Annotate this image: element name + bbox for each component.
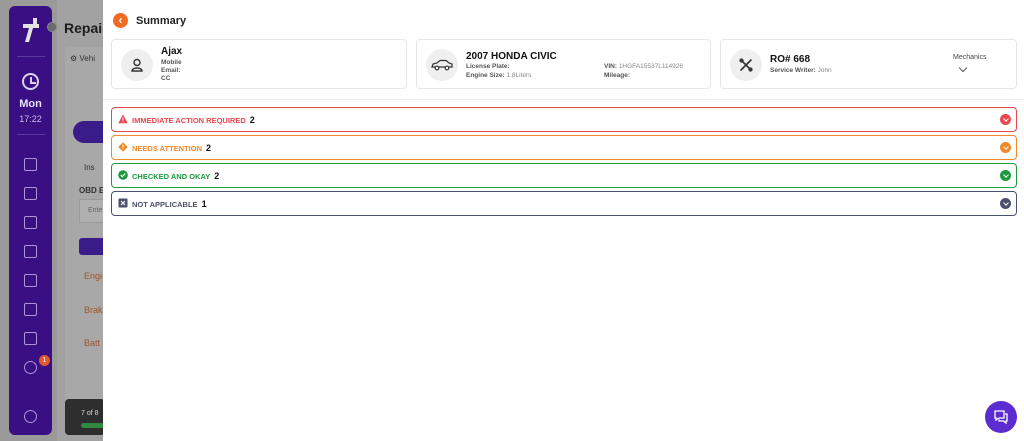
vehicle-card: 2007 HONDA CIVIC License Plate: Engine S… [416, 39, 711, 89]
back-button[interactable]: ‹ [113, 13, 128, 28]
background-progress-bar [81, 423, 105, 428]
background-link-engine[interactable]: Engi [84, 271, 102, 281]
drawer-title: Summary [136, 15, 187, 27]
status-label: CHECKED AND OKAY [132, 172, 211, 181]
background-progress-footer: 7 of 8 [65, 399, 105, 435]
warning-triangle-icon [118, 114, 128, 124]
engine-size-label: Engine Size: [466, 72, 505, 79]
background-section-label: Ins [84, 163, 95, 172]
engine-size-line: Engine Size: 1.8Liters [466, 72, 531, 79]
section-divider [103, 99, 1024, 100]
chevron-left-icon: ‹ [118, 13, 123, 27]
notification-badge: 1 [39, 355, 50, 366]
status-count: 1 [201, 199, 207, 209]
mechanics-dropdown-label[interactable]: Mechanics [953, 54, 986, 61]
status-count: 2 [214, 171, 220, 181]
status-label-row: CHECKED AND OKAY 2 [132, 171, 219, 181]
background-input-placeholder: Ente [88, 207, 103, 214]
grid-icon[interactable] [24, 158, 37, 171]
status-label-row: IMMEDIATE ACTION REQUIRED 2 [132, 115, 255, 125]
alert-diamond-icon [118, 142, 128, 152]
status-count: 2 [249, 115, 255, 125]
vin-label: VIN: [604, 63, 617, 70]
vehicle-title: 2007 HONDA CIVIC [466, 51, 557, 62]
chat-support-button[interactable] [985, 401, 1017, 433]
background-obd-label: OBD E [79, 186, 105, 195]
service-writer-line: Service Writer: John [770, 67, 832, 74]
user-icon [121, 49, 153, 81]
chat-bubbles-icon[interactable] [24, 361, 37, 374]
customer-mobile-label: Mobile [161, 59, 182, 66]
repair-order-title: RO# 668 [770, 54, 811, 65]
status-label: NOT APPLICABLE [132, 200, 198, 209]
customer-name: Ajax [161, 46, 183, 57]
chevron-down-icon[interactable] [1000, 142, 1011, 153]
repair-order-card: RO# 668 Service Writer: John Mechanics [720, 39, 1017, 89]
background-link-brakes[interactable]: Brak [84, 305, 103, 315]
calendar-icon[interactable] [24, 187, 37, 200]
sidebar-collapse-toggle[interactable] [47, 22, 57, 32]
engine-size-value: 1.8Liters [506, 72, 532, 79]
sidebar: Mon 17:22 1 [9, 6, 52, 435]
car-icon [426, 49, 458, 81]
customer-email-label: Email: [161, 67, 181, 74]
chevron-down-icon[interactable] [1000, 114, 1011, 125]
sidebar-day: Mon [19, 98, 42, 110]
mileage-label: Mileage: [604, 72, 631, 79]
service-writer-label: Service Writer: [770, 67, 816, 74]
summary-drawer: ‹ Summary Ajax Mobile Email: CC 2007 HON… [103, 0, 1024, 441]
status-label: IMMEDIATE ACTION REQUIRED [132, 116, 246, 125]
service-writer-value: John [817, 67, 832, 74]
chevron-down-icon[interactable] [958, 63, 968, 73]
flag-icon[interactable] [24, 216, 37, 229]
status-label-row: NOT APPLICABLE 1 [132, 199, 207, 209]
customer-card: Ajax Mobile Email: CC [111, 39, 407, 89]
settings-icon[interactable] [24, 410, 37, 423]
sidebar-time: 17:22 [19, 114, 42, 124]
background-tab[interactable]: ⚙ Vehi [70, 54, 95, 63]
app-logo [19, 14, 43, 44]
customer-cc-label: CC [161, 75, 171, 82]
chevron-down-icon[interactable] [1000, 170, 1011, 181]
bag-icon[interactable] [24, 274, 37, 287]
document-icon[interactable] [24, 245, 37, 258]
status-needs-attention[interactable]: NEEDS ATTENTION 2 [111, 135, 1017, 160]
status-label: NEEDS ATTENTION [132, 144, 203, 153]
background-link-battery[interactable]: Batt [84, 338, 100, 348]
status-not-applicable[interactable]: NOT APPLICABLE 1 [111, 191, 1017, 216]
sidebar-divider [17, 56, 45, 57]
tools-icon [730, 49, 762, 81]
status-label-row: NEEDS ATTENTION 2 [132, 143, 211, 153]
check-circle-icon [118, 170, 128, 180]
license-plate-label: License Plate: [466, 63, 510, 70]
status-immediate-action[interactable]: IMMEDIATE ACTION REQUIRED 2 [111, 107, 1017, 132]
chat-icon [994, 410, 1008, 425]
background-tab-label: Vehi [79, 54, 95, 63]
x-square-icon [118, 198, 128, 208]
receipt-icon[interactable] [24, 303, 37, 316]
sidebar-divider [17, 134, 45, 135]
background-progress-text: 7 of 8 [81, 410, 99, 417]
status-checked-okay[interactable]: CHECKED AND OKAY 2 [111, 163, 1017, 188]
status-count: 2 [206, 143, 212, 153]
vin-line: VIN: 1HGFA15537L114926 [604, 63, 683, 70]
clock-icon [22, 73, 39, 90]
car-icon: ⚙ [70, 54, 78, 63]
vin-value: 1HGFA15537L114926 [618, 63, 684, 70]
chevron-down-icon[interactable] [1000, 198, 1011, 209]
background-page-title: Repair [64, 20, 108, 36]
megaphone-icon[interactable] [24, 332, 37, 345]
